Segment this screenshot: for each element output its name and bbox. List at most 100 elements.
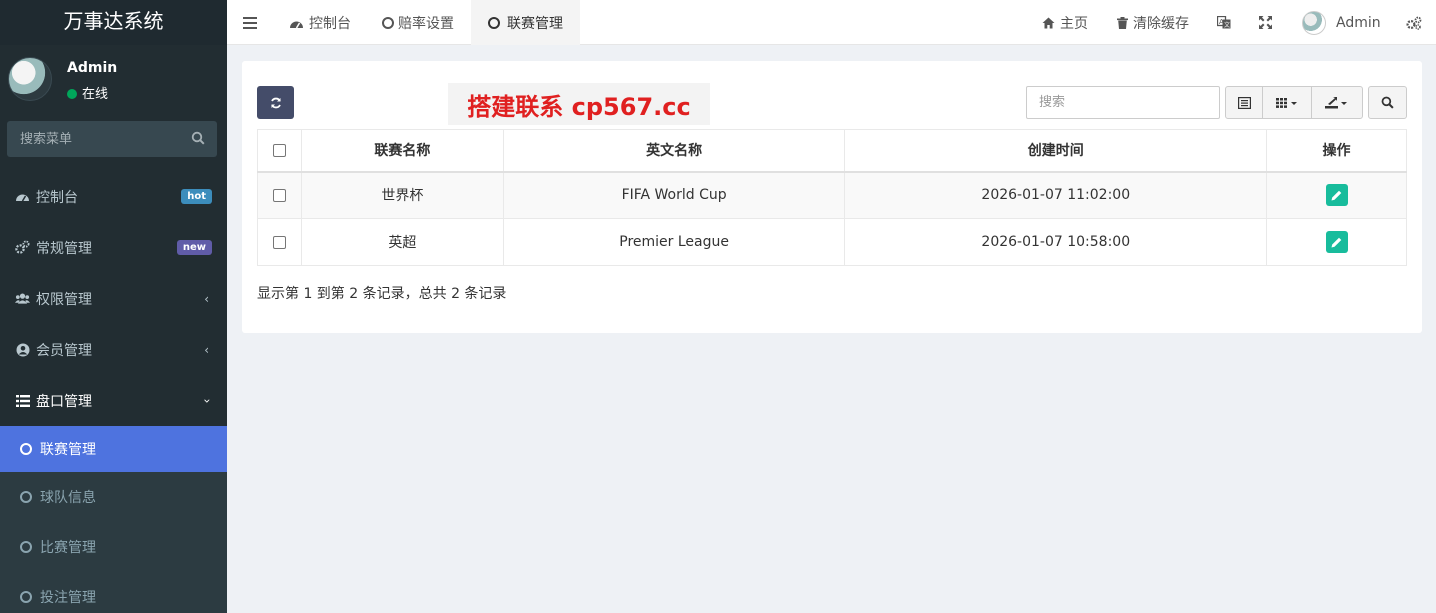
refresh-icon (270, 97, 281, 108)
tab-odds-settings[interactable]: 赔率设置 (382, 0, 454, 45)
chevron-left-icon: ‹ (204, 291, 209, 306)
columns-dropdown-button[interactable] (1263, 87, 1312, 118)
trash-icon (1117, 16, 1128, 29)
badge-hot: hot (181, 189, 212, 204)
edit-button[interactable] (1325, 231, 1348, 253)
pencil-icon (1331, 190, 1342, 201)
column-header[interactable]: 英文名称 (502, 129, 846, 173)
clear-cache-button[interactable]: 清除缓存 (1117, 0, 1189, 45)
tab-league-management[interactable]: 联赛管理 (471, 0, 580, 45)
sidebar-submenu: 联赛管理 球队信息 比赛管理 投注管理 (0, 426, 227, 613)
table-row[interactable]: 英超 Premier League 2026-01-07 10:58:00 (257, 218, 1407, 266)
advanced-search-button[interactable] (1368, 86, 1407, 119)
created-time-cell: 2026-01-07 10:58:00 (844, 218, 1268, 266)
avatar (8, 57, 52, 101)
dashboard-icon (290, 21, 303, 28)
user-circle-icon (15, 342, 30, 357)
badge-new: new (176, 240, 212, 255)
sidebar-item-label: 会员管理 (36, 342, 92, 359)
pencil-icon (1331, 237, 1342, 247)
row-checkbox[interactable] (272, 235, 286, 249)
sidebar-item-permissions[interactable]: 权限管理 ‹ (0, 273, 227, 324)
svg-text:文: 文 (1224, 21, 1230, 29)
circle-icon (488, 16, 500, 29)
settings-button[interactable] (1406, 0, 1427, 45)
table-row[interactable]: 世界杯 FIFA World Cup 2026-01-07 11:02:00 (257, 171, 1407, 219)
sidebar-subitem-label: 球队信息 (40, 490, 96, 506)
sidebar-subitem-label: 联赛管理 (40, 442, 96, 458)
actions-cell (1266, 171, 1407, 219)
admin-label: Admin (1336, 14, 1381, 31)
tab-label: 控制台 (309, 15, 351, 32)
cogs-icon (1406, 16, 1422, 30)
column-header[interactable]: 创建时间 (844, 129, 1268, 173)
list-alt-icon (1237, 96, 1251, 109)
row-select-cell (257, 218, 302, 266)
user-status-label: 在线 (82, 87, 109, 102)
row-checkbox[interactable] (272, 188, 286, 202)
chevron-down-icon: ‹ (199, 398, 214, 403)
circle-icon (20, 491, 32, 503)
sidebar-item-label: 权限管理 (36, 291, 92, 308)
table-search-input[interactable] (1026, 86, 1220, 119)
tab-label: 联赛管理 (507, 15, 563, 32)
sidebar-item-label: 常规管理 (36, 240, 92, 257)
pagination-summary: 显示第 1 到第 2 条记录，总共 2 条记录 (257, 286, 507, 302)
sidebar-item-members[interactable]: 会员管理 ‹ (0, 324, 227, 375)
edit-button[interactable] (1325, 184, 1348, 207)
league-panel: 搭建联系 cp567.cc 联赛名称 英文名称 创建时间 操作 (242, 61, 1422, 333)
sidebar: 万事达系统 Admin 在线 控制台 hot 常规管理 new (0, 0, 227, 613)
circle-icon (20, 591, 32, 603)
column-header[interactable]: 联赛名称 (300, 129, 504, 173)
user-name: Admin (67, 60, 118, 76)
row-select-cell (257, 171, 302, 219)
tab-label: 赔率设置 (398, 15, 454, 32)
toggle-view-button[interactable] (1226, 87, 1263, 118)
sidebar-subitem-label: 比赛管理 (40, 540, 96, 556)
english-name-cell: Premier League (502, 218, 846, 266)
promo-banner: 搭建联系 cp567.cc (448, 83, 710, 125)
search-icon[interactable] (191, 131, 205, 145)
export-dropdown-button[interactable] (1312, 87, 1362, 118)
tab-dashboard[interactable]: 控制台 (289, 0, 351, 45)
chevron-left-icon: ‹ (204, 342, 209, 357)
sidebar-item-odds[interactable]: 盘口管理 ‹ (0, 375, 227, 426)
circle-icon (382, 16, 394, 29)
select-all-checkbox[interactable] (272, 143, 286, 157)
league-name-cell: 英超 (300, 218, 504, 266)
sidebar-item-label: 盘口管理 (36, 393, 92, 410)
fullscreen-icon (1259, 16, 1272, 29)
app-logo[interactable]: 万事达系统 (0, 0, 227, 45)
top-navbar: 控制台 赔率设置 联赛管理 主页 清除缓存 A文 Admin (227, 0, 1436, 45)
table-tools (1225, 86, 1363, 119)
translate-button[interactable]: A文 (1217, 0, 1236, 45)
search-icon (1381, 96, 1394, 109)
online-dot-icon (67, 89, 77, 99)
sidebar-subitem-matches[interactable]: 比赛管理 (0, 522, 227, 572)
cogs-icon (15, 240, 30, 255)
export-icon (1325, 96, 1347, 108)
sidebar-item-dashboard[interactable]: 控制台 hot (0, 171, 227, 222)
sidebar-subitem-leagues[interactable]: 联赛管理 (0, 426, 227, 472)
sidebar-subitem-teams[interactable]: 球队信息 (0, 472, 227, 522)
sidebar-search-input[interactable] (7, 121, 177, 157)
refresh-button[interactable] (257, 86, 294, 119)
fullscreen-button[interactable] (1259, 0, 1277, 45)
sidebar-subitem-bets[interactable]: 投注管理 (0, 572, 227, 613)
group-icon (15, 291, 30, 306)
sidebar-item-general[interactable]: 常规管理 new (0, 222, 227, 273)
sidebar-toggle-button[interactable] (243, 0, 262, 45)
list-icon (15, 393, 30, 408)
home-label: 主页 (1060, 15, 1088, 32)
user-menu[interactable]: Admin (1302, 0, 1381, 45)
sidebar-item-label: 控制台 (36, 189, 78, 206)
home-link[interactable]: 主页 (1042, 0, 1088, 45)
user-status: 在线 (67, 83, 108, 102)
translate-icon: A文 (1217, 16, 1231, 29)
user-panel: Admin 在线 (0, 45, 227, 113)
league-table: 联赛名称 英文名称 创建时间 操作 世界杯 FIFA World Cup 202… (257, 129, 1407, 266)
select-all-cell (257, 129, 302, 173)
sidebar-subitem-label: 投注管理 (40, 590, 96, 606)
column-header: 操作 (1266, 129, 1407, 173)
circle-icon (20, 541, 32, 553)
